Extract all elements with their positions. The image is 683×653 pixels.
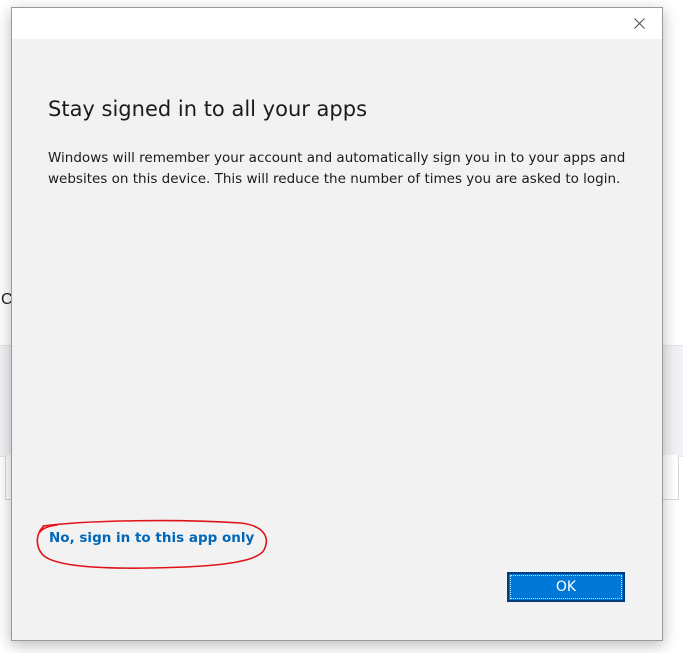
sign-in-this-app-only-link[interactable]: No, sign in to this app only <box>49 528 254 548</box>
dialog-titlebar <box>12 8 662 39</box>
dialog-title: Stay signed in to all your apps <box>48 97 368 121</box>
screen: C Stay signed in to all your apps Window… <box>0 0 683 653</box>
ok-button-label: OK <box>555 579 577 595</box>
ok-button[interactable]: OK <box>507 572 625 602</box>
close-icon <box>633 18 645 29</box>
dialog-description: Windows will remember your account and a… <box>48 150 626 187</box>
stay-signed-in-dialog: Stay signed in to all your apps Windows … <box>11 7 663 641</box>
close-button[interactable] <box>616 8 662 39</box>
